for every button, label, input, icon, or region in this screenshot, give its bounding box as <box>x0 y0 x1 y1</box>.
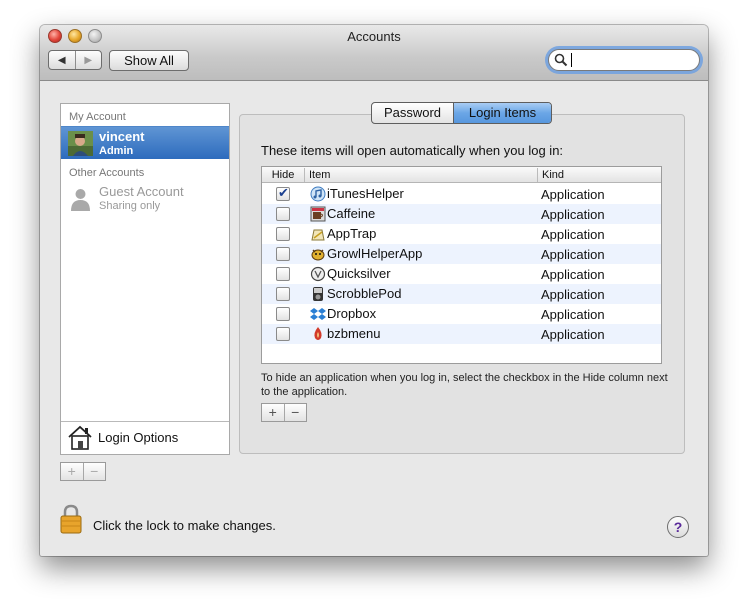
dropbox-icon <box>310 308 326 320</box>
search-input[interactable] <box>569 52 695 68</box>
item-name: iTunesHelper <box>327 186 404 201</box>
item-name: ScrobblePod <box>327 286 402 301</box>
hide-help-text: To hide an application when you log in, … <box>261 372 668 398</box>
item-name: Dropbox <box>327 306 377 321</box>
house-icon <box>68 425 92 450</box>
item-name: GrowlHelperApp <box>327 246 423 261</box>
tab-bar: Password Login Items <box>371 102 552 124</box>
item-kind: Application <box>541 327 605 342</box>
item-kind: Application <box>541 187 605 202</box>
item-kind: Application <box>541 287 605 302</box>
back-arrow-icon: ◀ <box>57 54 66 66</box>
table-header: Hide Item Kind <box>262 167 661 183</box>
add-account-button[interactable]: + <box>61 463 84 480</box>
lock-message: Click the lock to make changes. <box>93 518 276 533</box>
account-item-vincent[interactable]: vincent Admin <box>61 126 229 159</box>
search-field[interactable] <box>548 49 700 71</box>
table-row[interactable]: ✔ iTunesHelper Application <box>262 184 661 204</box>
user-avatar-icon <box>68 131 93 156</box>
item-name: Quicksilver <box>327 266 391 281</box>
table-row[interactable]: Caffeine Application <box>262 204 661 224</box>
login-options-label: Login Options <box>98 430 179 445</box>
show-all-button[interactable]: Show All <box>109 50 189 71</box>
table-row[interactable]: AppTrap Application <box>262 224 661 244</box>
checkmark-icon: ✔ <box>278 185 289 200</box>
account-role: Admin <box>99 145 134 157</box>
item-kind: Application <box>541 267 605 282</box>
accounts-window: Accounts ◀ ▶ Show All My Account vincent… <box>40 25 708 556</box>
hide-checkbox[interactable] <box>276 287 290 301</box>
table-row[interactable]: Dropbox Application <box>262 304 661 324</box>
item-kind: Application <box>541 207 605 222</box>
forward-arrow-icon: ▶ <box>84 54 93 66</box>
login-options-item[interactable]: Login Options <box>61 421 229 454</box>
help-button[interactable]: ? <box>667 516 689 538</box>
add-login-item-button[interactable]: + <box>262 404 285 421</box>
hide-checkbox[interactable] <box>276 327 290 341</box>
tab-login-items[interactable]: Login Items <box>454 103 551 123</box>
table-row[interactable]: bzbmenu Application <box>262 324 661 344</box>
hide-checkbox[interactable] <box>276 207 290 221</box>
hide-checkbox[interactable] <box>276 307 290 321</box>
item-name: AppTrap <box>327 226 377 241</box>
item-kind: Application <box>541 227 605 242</box>
tab-password[interactable]: Password <box>372 103 454 123</box>
guest-user-icon <box>71 189 90 211</box>
item-name: Caffeine <box>327 206 376 221</box>
scrobblepod-icon <box>313 287 323 301</box>
hide-checkbox[interactable] <box>276 247 290 261</box>
text-caret <box>571 53 572 67</box>
quicksilver-icon <box>310 266 326 282</box>
table-row[interactable]: GrowlHelperApp Application <box>262 244 661 264</box>
bzbmenu-icon <box>314 327 322 340</box>
growl-icon <box>311 249 325 261</box>
table-row[interactable]: Quicksilver Application <box>262 264 661 284</box>
column-header-kind[interactable]: Kind <box>539 168 661 182</box>
account-add-remove: + − <box>60 462 106 481</box>
accounts-list: My Account vincent Admin Other Accounts … <box>60 103 230 455</box>
account-role: Sharing only <box>99 200 161 212</box>
forward-button[interactable]: ▶ <box>76 51 102 69</box>
login-item-add-remove: + − <box>261 403 307 422</box>
account-item-guest[interactable]: Guest Account Sharing only <box>61 182 229 215</box>
column-header-hide[interactable]: Hide <box>262 168 305 182</box>
lock-icon[interactable] <box>60 504 82 534</box>
nav-buttons: ◀ ▶ <box>48 50 102 70</box>
remove-login-item-button[interactable]: − <box>285 404 307 421</box>
search-icon <box>554 53 568 67</box>
hide-checkbox[interactable] <box>276 267 290 281</box>
item-name: bzbmenu <box>327 326 381 341</box>
hide-checkbox[interactable] <box>276 227 290 241</box>
caffeine-icon <box>310 206 326 222</box>
window-title: Accounts <box>347 29 401 44</box>
other-accounts-header: Other Accounts <box>69 167 145 179</box>
item-kind: Application <box>541 247 605 262</box>
back-button[interactable]: ◀ <box>49 51 76 69</box>
login-items-intro: These items will open automatically when… <box>261 143 564 158</box>
account-name: Guest Account <box>99 184 184 199</box>
apptrap-icon <box>311 229 325 241</box>
itunes-helper-icon <box>310 186 326 202</box>
hide-checkbox[interactable]: ✔ <box>276 185 290 201</box>
column-header-item[interactable]: Item <box>306 168 538 182</box>
remove-account-button[interactable]: − <box>84 463 106 480</box>
my-account-header: My Account <box>69 111 126 123</box>
table-row[interactable]: ScrobblePod Application <box>262 284 661 304</box>
titlebar: Accounts ◀ ▶ Show All <box>40 25 708 81</box>
account-name: vincent <box>99 129 145 144</box>
item-kind: Application <box>541 307 605 322</box>
login-items-table: Hide Item Kind ✔ iTunesHelper Applicatio… <box>261 166 662 364</box>
